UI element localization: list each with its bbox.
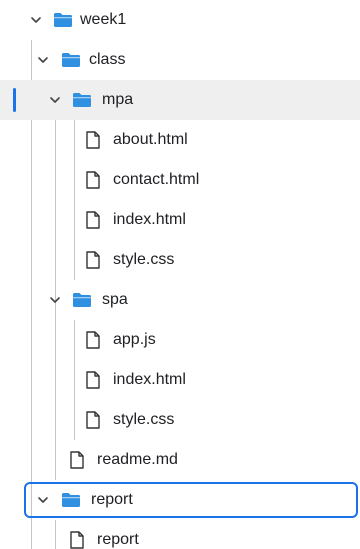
tree-file-label: style.css <box>113 251 175 268</box>
folder-icon <box>72 290 92 310</box>
file-icon <box>83 210 103 230</box>
tree-folder-week1[interactable]: week1 <box>0 0 360 40</box>
file-icon <box>83 130 103 150</box>
file-icon <box>67 450 87 470</box>
tree-folder-label: week1 <box>80 11 127 28</box>
active-indicator <box>13 88 16 112</box>
tree-file-label: about.html <box>113 131 188 148</box>
folder-icon <box>72 90 92 110</box>
file-icon <box>83 370 103 390</box>
file-icon <box>83 410 103 430</box>
tree-folder-class[interactable]: class <box>0 40 360 80</box>
tree-folder-label: mpa <box>102 91 134 108</box>
tree-folder-label: spa <box>102 291 128 308</box>
file-icon <box>83 330 103 350</box>
chevron-down-icon[interactable] <box>29 13 43 27</box>
tree-file-item[interactable]: style.css <box>0 400 360 440</box>
tree-file-item[interactable]: index.html <box>0 200 360 240</box>
tree-file-item[interactable]: report <box>0 520 360 549</box>
folder-icon <box>61 490 81 510</box>
file-icon <box>83 170 103 190</box>
tree-file-item[interactable]: contact.html <box>0 160 360 200</box>
tree-file-item[interactable]: about.html <box>0 120 360 160</box>
tree-file-label: index.html <box>113 211 186 228</box>
tree-file-item[interactable]: app.js <box>0 320 360 360</box>
file-tree: week1 class mpa about.html contact.html <box>0 0 360 549</box>
tree-file-label: report <box>97 531 139 548</box>
tree-file-label: style.css <box>113 411 175 428</box>
tree-folder-mpa[interactable]: mpa <box>0 80 360 120</box>
tree-file-item[interactable]: readme.md <box>0 440 360 480</box>
tree-folder-label: report <box>91 491 133 508</box>
file-icon <box>83 250 103 270</box>
tree-folder-label: class <box>89 51 126 68</box>
folder-icon <box>61 50 81 70</box>
file-icon <box>67 530 87 549</box>
chevron-down-icon[interactable] <box>48 93 62 107</box>
tree-folder-report[interactable]: report <box>0 480 360 520</box>
tree-folder-spa[interactable]: spa <box>0 280 360 320</box>
tree-file-label: index.html <box>113 371 186 388</box>
chevron-down-icon[interactable] <box>36 493 50 507</box>
chevron-down-icon[interactable] <box>36 53 50 67</box>
chevron-down-icon[interactable] <box>48 293 62 307</box>
tree-file-label: contact.html <box>113 171 200 188</box>
tree-file-item[interactable]: index.html <box>0 360 360 400</box>
tree-file-item[interactable]: style.css <box>0 240 360 280</box>
tree-file-label: readme.md <box>97 451 178 468</box>
folder-icon <box>53 10 73 30</box>
tree-file-label: app.js <box>113 331 156 348</box>
